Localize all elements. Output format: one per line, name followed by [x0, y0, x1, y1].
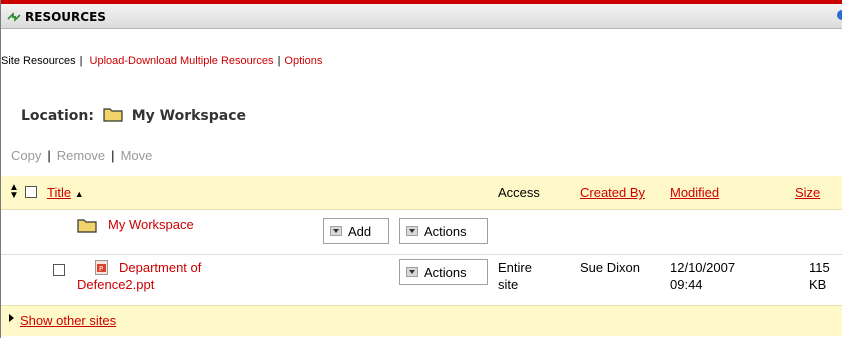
- size-column-header[interactable]: Size: [795, 185, 820, 200]
- item-checkbox[interactable]: [53, 264, 65, 276]
- location-name: My Workspace: [131, 108, 247, 124]
- access-value-line2: site: [498, 277, 519, 292]
- file-name-line1[interactable]: Department of: [119, 260, 201, 275]
- help-icon[interactable]: [837, 10, 842, 20]
- file-actions-dropdown-button[interactable]: Actions: [399, 259, 488, 285]
- dropdown-arrow-icon: [406, 267, 418, 277]
- tool-title: RESOURCES: [25, 10, 106, 24]
- nav-separator: |: [79, 55, 83, 67]
- show-other-sites-link[interactable]: Show other sites: [20, 313, 116, 328]
- folder-icon: [77, 219, 97, 233]
- move-action[interactable]: Move: [121, 148, 153, 163]
- access-column-header: Access: [498, 185, 540, 200]
- table-row: My Workspace Add Actions: [1, 209, 842, 255]
- modified-time-value: 09:44: [670, 277, 703, 292]
- table-footer: Show other sites: [1, 305, 842, 336]
- dropdown-arrow-icon: [406, 226, 418, 236]
- size-value-line1: 115: [809, 260, 830, 275]
- action-separator: |: [47, 148, 51, 163]
- dropdown-arrow-icon: [330, 226, 342, 236]
- created-by-value: Sue Dixon: [580, 260, 640, 275]
- add-dropdown-button[interactable]: Add: [323, 218, 389, 244]
- title-column-header[interactable]: Title ▲: [47, 185, 84, 200]
- table-row: P Department of Defence2.ppt Actions Ent…: [1, 255, 842, 305]
- nav-site-resources: Site Resources: [1, 55, 76, 67]
- sort-ascending-icon: ▲: [74, 189, 84, 199]
- svg-text:P: P: [99, 265, 103, 273]
- remove-action[interactable]: Remove: [57, 148, 105, 163]
- file-name-line2[interactable]: Defence2.ppt: [77, 277, 154, 292]
- title-sort-link[interactable]: Title: [47, 185, 71, 200]
- bulk-actions-bar: Copy | Remove | Move: [11, 148, 152, 163]
- tool-titlebar: RESOURCES: [1, 4, 842, 29]
- nav-separator: |: [277, 55, 281, 67]
- table-header: ▲ ▼ Title ▲ Access Created By Modified Si…: [1, 176, 842, 210]
- resources-tool-frame: RESOURCES Site Resources | Upload-Downloa…: [0, 0, 842, 338]
- expand-arrow-icon[interactable]: [9, 314, 14, 322]
- copy-action[interactable]: Copy: [11, 148, 41, 163]
- tool-nav: Site Resources | Upload-Download Multiple…: [1, 55, 322, 67]
- folder-actions-dropdown-button[interactable]: Actions: [399, 218, 488, 244]
- location-heading: Location: My Workspace: [21, 106, 246, 124]
- reset-arrows-icon[interactable]: [7, 11, 21, 23]
- folder-icon: [103, 108, 123, 122]
- folder-name-link[interactable]: My Workspace: [108, 217, 194, 232]
- created-by-column-header[interactable]: Created By: [580, 185, 645, 200]
- sort-toggle-icon[interactable]: ▲ ▼: [9, 183, 19, 201]
- size-value-line2: KB: [809, 277, 827, 292]
- action-separator: |: [111, 148, 115, 163]
- powerpoint-file-icon: P: [95, 260, 108, 275]
- actions-button-label: Actions: [424, 224, 467, 239]
- add-button-label: Add: [348, 224, 372, 239]
- access-value-line1: Entire: [498, 260, 532, 275]
- nav-upload-download-link[interactable]: Upload-Download Multiple Resources: [90, 55, 274, 67]
- select-all-checkbox[interactable]: [25, 186, 37, 198]
- location-label: Location:: [21, 108, 94, 124]
- actions-button-label: Actions: [424, 265, 467, 280]
- modified-column-header[interactable]: Modified: [670, 185, 719, 200]
- nav-options-link[interactable]: Options: [284, 55, 322, 67]
- modified-date-value: 12/10/2007: [670, 260, 736, 275]
